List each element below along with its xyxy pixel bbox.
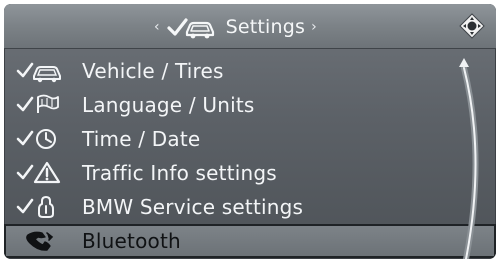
menu-item-traffic-info-settings[interactable]: Traffic Info settings bbox=[4, 156, 496, 190]
menu-item-label: Traffic Info settings bbox=[82, 161, 277, 185]
menu-item-label: Language / Units bbox=[82, 93, 255, 117]
menu-item-label: Time / Date bbox=[82, 127, 201, 151]
vehicle-tires-icon bbox=[16, 62, 61, 83]
time-date-icon bbox=[16, 129, 56, 149]
next-menu-chevron[interactable]: › bbox=[311, 20, 317, 34]
menu-item-bluetooth[interactable]: Bluetooth bbox=[4, 224, 496, 258]
menu-item-vehicle-tires[interactable]: Vehicle / Tires bbox=[4, 54, 496, 88]
scroll-up-arrow-icon bbox=[459, 58, 469, 67]
menu-item-label: BMW Service settings bbox=[82, 195, 304, 219]
traffic-info-icon bbox=[16, 161, 61, 184]
settings-checkmark-car-icon bbox=[167, 18, 214, 39]
controller-indicator-icon bbox=[459, 13, 485, 39]
header-title-group: ‹ Settings › bbox=[154, 10, 317, 44]
menu-item-label: Vehicle / Tires bbox=[82, 59, 224, 83]
page-title: Settings bbox=[225, 16, 306, 38]
header-bar: ‹ Settings › bbox=[4, 4, 496, 49]
menu-item-label: Bluetooth bbox=[82, 229, 181, 253]
menu-item-bmw-service-settings[interactable]: BMW Service settings bbox=[4, 190, 496, 224]
menu-scrollbar[interactable] bbox=[456, 56, 490, 259]
previous-menu-chevron[interactable]: ‹ bbox=[154, 20, 160, 34]
language-units-icon bbox=[16, 94, 59, 113]
settings-menu-list: Vehicle / Tires Language / Units Time / … bbox=[4, 50, 496, 259]
menu-item-time-date[interactable]: Time / Date bbox=[4, 122, 496, 156]
idrive-screen: ‹ Settings › Vehicle / Tires Language / … bbox=[4, 4, 496, 259]
bmw-service-icon bbox=[16, 196, 54, 218]
bluetooth-phone-icon bbox=[26, 231, 54, 251]
menu-item-language-units[interactable]: Language / Units bbox=[4, 88, 496, 122]
